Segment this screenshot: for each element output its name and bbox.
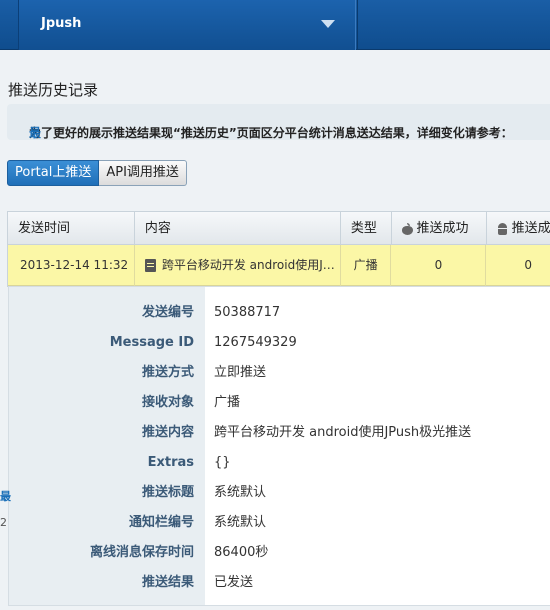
page-title: 推送历史记录 [8,81,99,99]
push-detail-panel: 发送编号 50388717 Message ID 1267549329 推送方式… [8,286,550,606]
detail-value: 跨平台移动开发 android使用JPush极光推送 [214,425,472,440]
detail-value: {} [214,455,231,470]
topbar-divider [357,0,358,50]
notice-link[interactable]: 最 [29,124,41,141]
document-icon [144,259,156,272]
cell-content-text: 跨平台移动开发 android使用JPush极光推送 [161,258,340,272]
detail-value: 系统默认 [214,515,267,530]
detail-value: 系统默认 [214,485,267,500]
app-name: Jpush [41,16,82,31]
background-text-fragment: 最 [0,490,11,503]
header-send-time: 发送时间 [8,212,135,245]
push-history-table: 发送时间 内容 类型 推送成功 推送成 2013-12-14 11:32 跨平台… [7,211,550,287]
detail-value: 86400秒 [214,545,269,560]
android-icon [497,222,508,235]
detail-label: 接收对象 [141,395,194,410]
detail-row-offline-ttl: 离线消息保存时间 86400秒 [9,538,550,568]
detail-row-title: 推送标题 系统默认 [9,478,550,508]
header-ios-success: 推送成功 [392,212,487,245]
detail-row-send-id: 发送编号 50388717 [9,298,550,328]
cell-content: 跨平台移动开发 android使用JPush极光推送 [135,245,341,286]
notice-banner: 为了更好的展示推送结果现“推送历史”页面区分平台统计消息送达结果，详细变化请参考… [7,104,550,140]
cell-send-time: 2013-12-14 11:32 [8,245,135,286]
apple-icon [401,222,413,235]
detail-row-push-mode: 推送方式 立即推送 [9,358,550,388]
chevron-down-icon[interactable] [321,20,335,28]
detail-label: 离线消息保存时间 [89,545,194,560]
cell-ios-success: 0 [391,245,487,286]
header-ios-success-label: 推送成功 [416,221,469,236]
detail-label: 通知栏编号 [128,515,194,530]
push-source-tabs: Portal上推送 API调用推送 [7,160,187,186]
tab-portal-push[interactable]: Portal上推送 [7,160,100,186]
detail-label: 发送编号 [141,305,194,320]
detail-row-notification-id: 通知栏编号 系统默认 [9,508,550,538]
detail-value: 立即推送 [214,365,267,380]
detail-label: Message ID [109,335,194,350]
detail-value: 广播 [214,395,241,410]
app-selector-dropdown[interactable]: Jpush [18,0,356,50]
detail-label: 推送方式 [141,365,194,380]
detail-row-audience: 接收对象 广播 [9,388,550,418]
detail-row-result: 推送结果 已发送 [9,568,550,598]
detail-label: Extras [147,455,194,470]
detail-value: 1267549329 [214,335,297,350]
header-android-success: 推送成 [487,212,550,245]
tab-api-push[interactable]: API调用推送 [99,160,187,186]
background-text-fragment: 2 [0,516,7,529]
header-content: 内容 [135,212,341,245]
top-navigation-bar: Jpush [0,0,550,50]
detail-value: 已发送 [214,575,254,590]
cell-android-success: 0 [486,245,550,286]
detail-row-message-id: Message ID 1267549329 [9,328,550,358]
detail-label: 推送内容 [141,425,194,440]
header-android-success-label: 推送成 [511,221,550,236]
detail-row-extras: Extras {} [9,448,550,478]
detail-value: 50388717 [214,305,281,320]
table-row[interactable]: 2013-12-14 11:32 跨平台移动开发 android使用JPush极… [8,245,550,286]
detail-label: 推送结果 [141,575,194,590]
detail-row-content: 推送内容 跨平台移动开发 android使用JPush极光推送 [9,418,550,448]
header-type: 类型 [341,212,392,245]
detail-label: 推送标题 [141,485,194,500]
table-header: 发送时间 内容 类型 推送成功 推送成 [8,212,550,245]
cell-type: 广播 [341,245,392,286]
